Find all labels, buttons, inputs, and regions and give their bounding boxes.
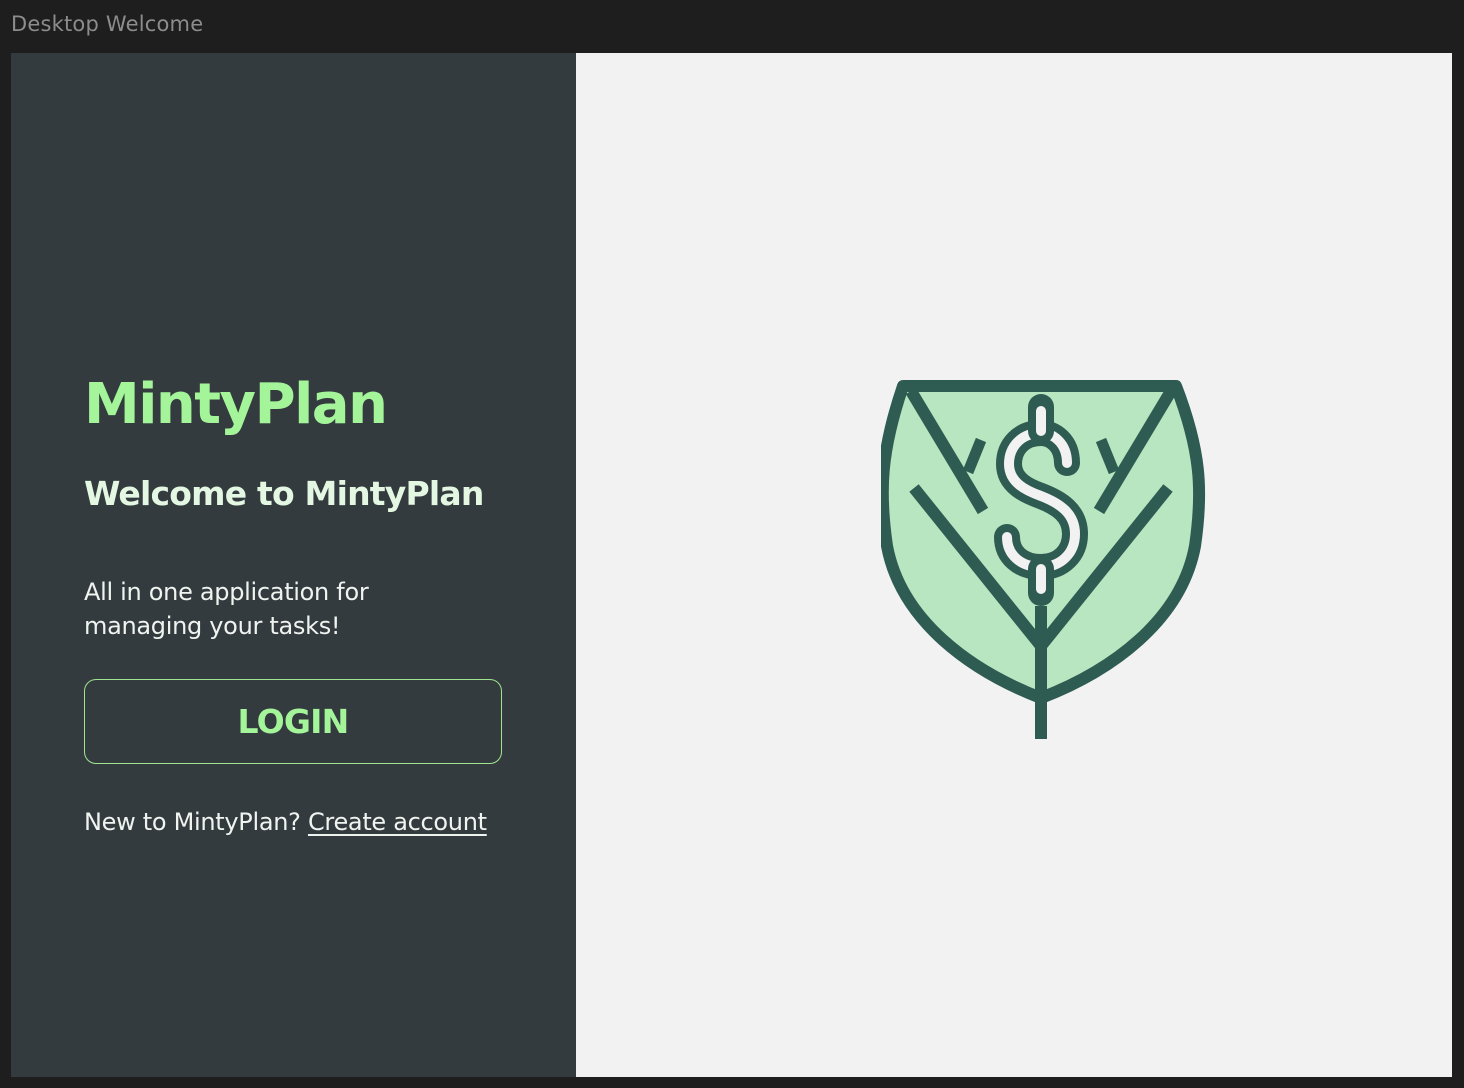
create-account-link[interactable]: Create account [308, 808, 487, 836]
welcome-heading: Welcome to MintyPlan [84, 474, 484, 513]
frame-title: Desktop Welcome [11, 12, 204, 36]
login-button[interactable]: LOGIN [84, 679, 502, 764]
welcome-screen: MintyPlan Welcome to MintyPlan All in on… [11, 53, 1452, 1077]
leaf-dollar-icon [881, 380, 1206, 739]
left-panel: MintyPlan Welcome to MintyPlan All in on… [11, 53, 576, 1077]
signup-row: New to MintyPlan? Create account [84, 808, 487, 836]
brand-logo-text: MintyPlan [84, 372, 388, 437]
right-panel [576, 53, 1452, 1077]
tagline: All in one application for managing your… [84, 578, 369, 640]
signup-prompt: New to MintyPlan? [84, 808, 301, 836]
